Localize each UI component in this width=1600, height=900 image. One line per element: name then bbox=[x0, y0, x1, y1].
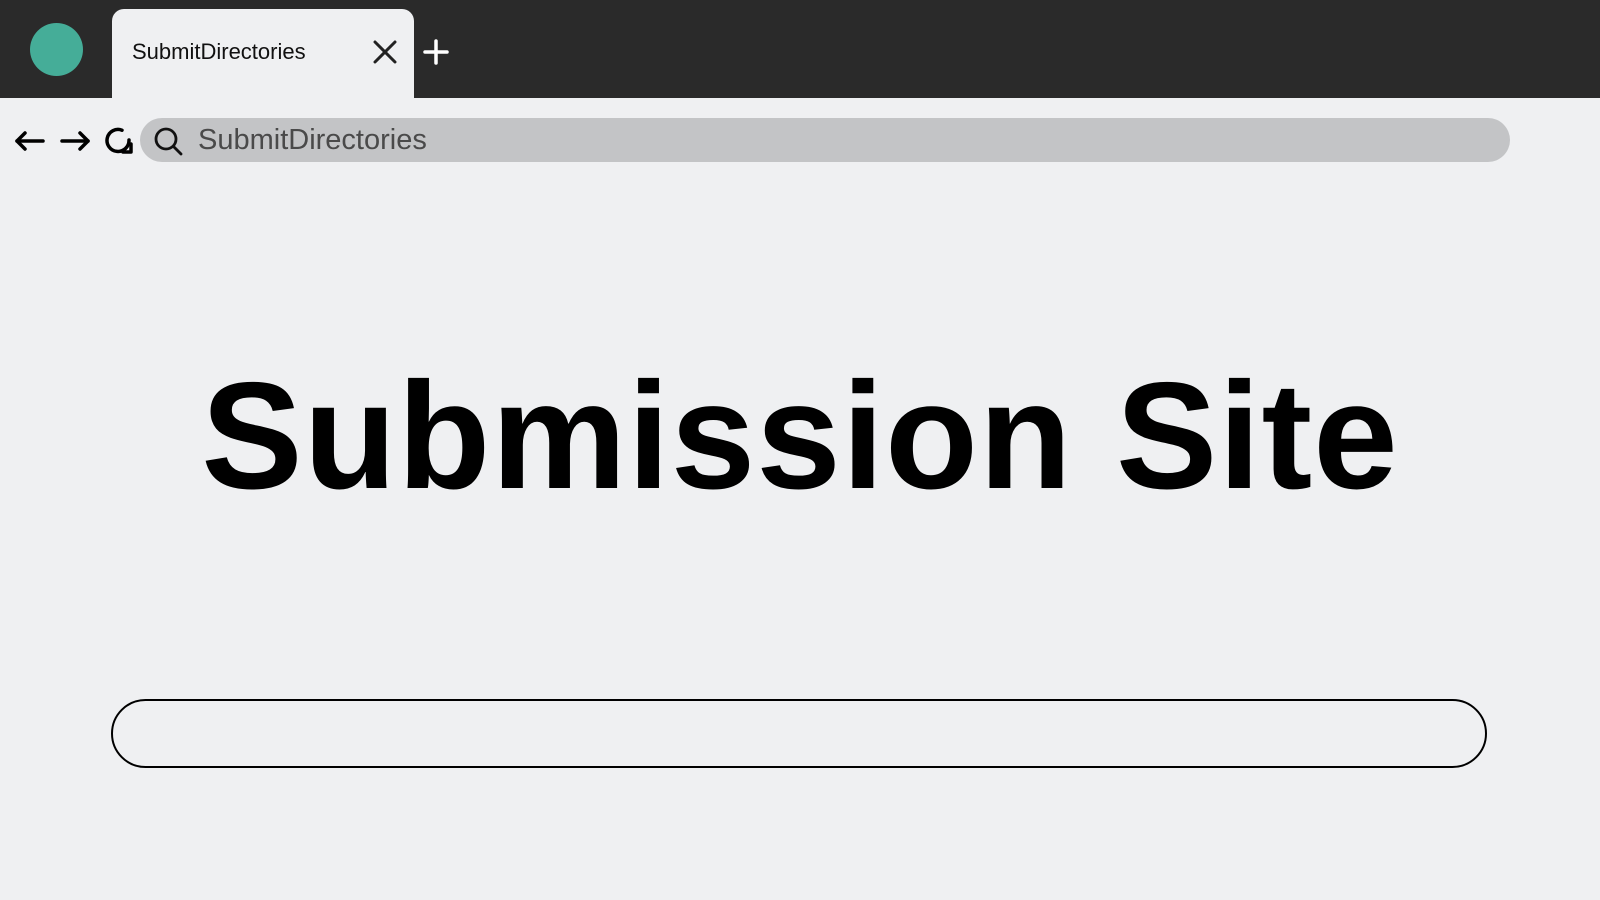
arrow-right-icon[interactable] bbox=[58, 124, 92, 158]
close-icon[interactable] bbox=[370, 37, 400, 67]
submission-input[interactable] bbox=[111, 699, 1487, 768]
address-bar-text: SubmitDirectories bbox=[198, 124, 427, 156]
arrow-left-icon[interactable] bbox=[13, 124, 47, 158]
app-icon[interactable] bbox=[30, 23, 83, 76]
page-title: Submission Site bbox=[201, 351, 1399, 521]
plus-icon[interactable] bbox=[422, 38, 450, 66]
reload-icon[interactable] bbox=[102, 124, 136, 158]
tab-submitdirectories[interactable]: SubmitDirectories bbox=[112, 9, 414, 98]
search-icon bbox=[154, 127, 183, 156]
address-bar[interactable]: SubmitDirectories bbox=[140, 118, 1510, 162]
tab-bar: SubmitDirectories bbox=[0, 0, 1600, 98]
tab-title: SubmitDirectories bbox=[132, 39, 306, 64]
